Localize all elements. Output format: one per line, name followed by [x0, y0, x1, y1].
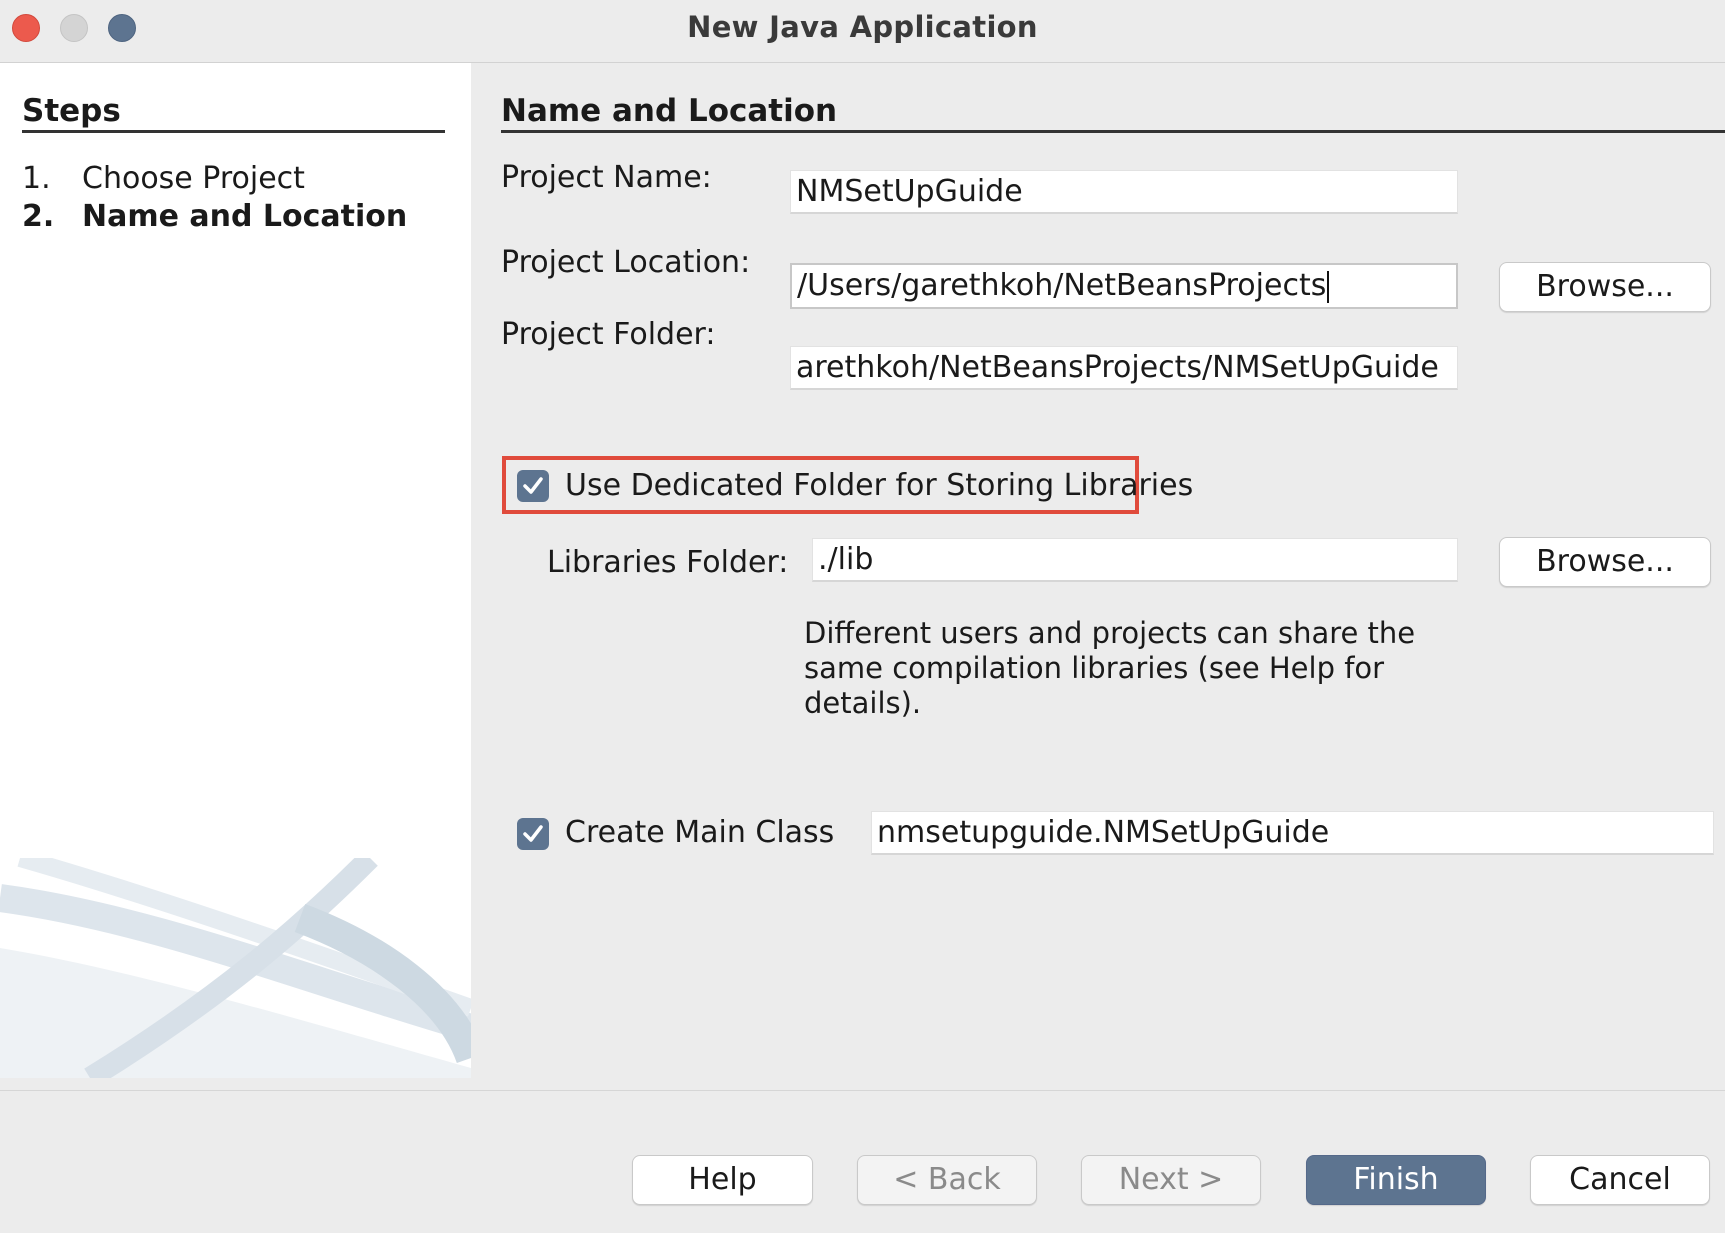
- checkmark-icon: [523, 477, 543, 494]
- browse-location-button[interactable]: Browse...: [1499, 262, 1711, 312]
- create-main-class-checkbox[interactable]: [517, 818, 549, 850]
- project-location-input[interactable]: /Users/garethkoh/NetBeansProjects: [790, 263, 1458, 309]
- dedicated-folder-checkbox[interactable]: [517, 470, 549, 502]
- dialog-footer: Help < Back Next > Finish Cancel: [0, 1090, 1725, 1233]
- step-label: Choose Project: [82, 161, 305, 196]
- checkmark-icon: [523, 825, 543, 842]
- project-name-input[interactable]: NMSetUpGuide: [790, 170, 1458, 214]
- step-name-and-location: 2. Name and Location: [22, 199, 407, 234]
- steps-divider: [22, 130, 445, 133]
- libraries-hint: Different users and projects can share t…: [804, 616, 1416, 720]
- next-button[interactable]: Next >: [1081, 1155, 1261, 1205]
- step-number: 2.: [22, 199, 55, 234]
- libraries-folder-label: Libraries Folder:: [547, 545, 789, 580]
- text-cursor: [1327, 270, 1330, 303]
- project-folder-label: Project Folder:: [501, 317, 716, 352]
- window-title: New Java Application: [687, 10, 1038, 44]
- step-number: 1.: [22, 161, 51, 196]
- main-class-input[interactable]: nmsetupguide.NMSetUpGuide: [871, 811, 1714, 855]
- cancel-button[interactable]: Cancel: [1530, 1155, 1710, 1205]
- name-and-location-panel: Name and Location Project Name: NMSetUpG…: [471, 63, 1725, 1078]
- project-folder-value: arethkoh/NetBeansProjects/NMSetUpGuide: [796, 350, 1439, 385]
- project-location-value: /Users/garethkoh/NetBeansProjects: [797, 268, 1327, 303]
- create-main-class-label[interactable]: Create Main Class: [565, 815, 834, 850]
- step-choose-project: 1. Choose Project: [22, 161, 305, 196]
- back-button[interactable]: < Back: [857, 1155, 1037, 1205]
- title-bar: New Java Application: [0, 0, 1725, 63]
- help-button[interactable]: Help: [632, 1155, 813, 1205]
- steps-title: Steps: [22, 93, 121, 129]
- netbeans-swoosh-decoration: [0, 858, 471, 1078]
- project-folder-field: arethkoh/NetBeansProjects/NMSetUpGuide: [790, 346, 1458, 390]
- dedicated-folder-label[interactable]: Use Dedicated Folder for Storing Librari…: [565, 468, 1193, 503]
- section-divider: [501, 130, 1725, 133]
- step-label: Name and Location: [82, 199, 408, 234]
- finish-button[interactable]: Finish: [1306, 1155, 1486, 1205]
- libraries-folder-input[interactable]: ./lib: [812, 538, 1458, 582]
- project-location-label: Project Location:: [501, 245, 751, 280]
- steps-panel: Steps 1. Choose Project 2. Name and Locati…: [0, 63, 471, 1078]
- browse-libraries-button[interactable]: Browse...: [1499, 537, 1711, 587]
- project-name-label: Project Name:: [501, 160, 712, 195]
- section-title: Name and Location: [501, 93, 838, 129]
